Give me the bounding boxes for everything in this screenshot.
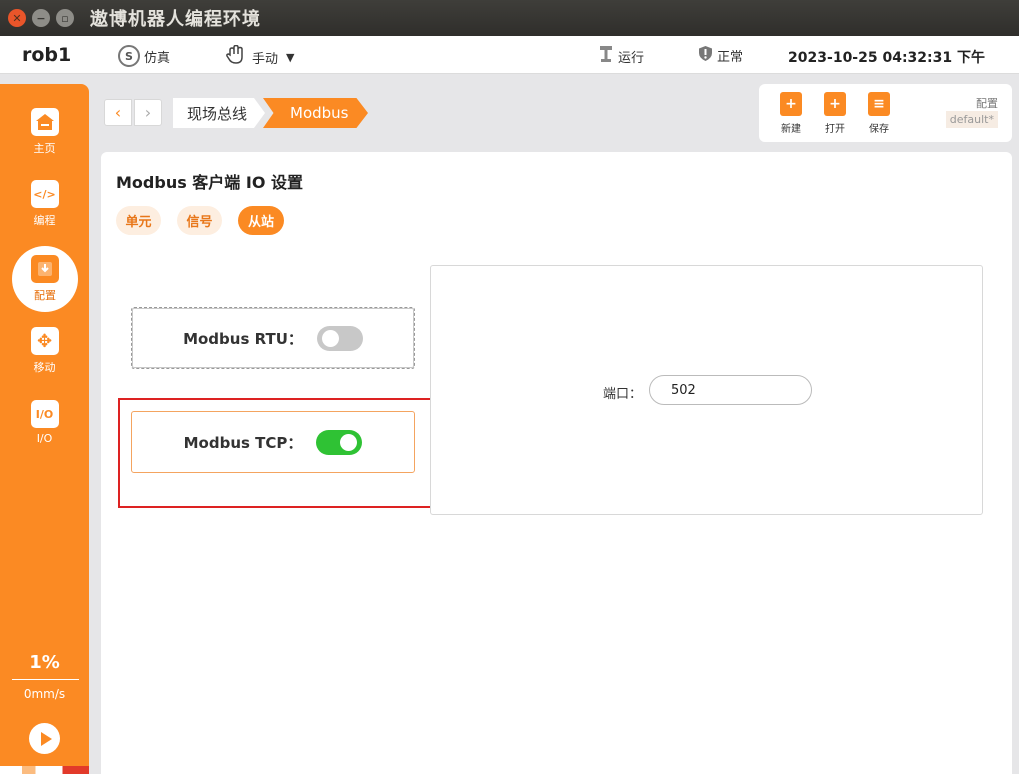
back-button[interactable]: ‹ <box>104 99 132 126</box>
forward-button[interactable]: › <box>134 99 162 126</box>
window-title: 遨博机器人编程环境 <box>90 9 261 30</box>
modbus-rtu-label: Modbus RTU： <box>183 329 303 348</box>
sidebar-item-programming[interactable]: </> 编程 <box>0 180 89 228</box>
config-icon <box>31 255 59 283</box>
hand-icon <box>226 44 248 69</box>
open-folder-icon: + <box>824 92 846 116</box>
robot-name[interactable]: rob1 <box>22 44 71 66</box>
speed-divider <box>12 679 79 680</box>
io-icon: I/O <box>30 400 59 428</box>
modbus-rtu-box: Modbus RTU： <box>131 307 415 369</box>
window-titlebar: ✕ − ▫ 遨博机器人编程环境 <box>0 0 1019 36</box>
sidebar-item-label: 主页 <box>33 142 56 155</box>
top-status-bar: rob1 S 仿真 手动 ▼ 运行 正常 2023-10-25 04:32:31… <box>0 36 1019 74</box>
sidebar-item-move[interactable]: ✥ 移动 <box>0 327 89 375</box>
simulation-label: 仿真 <box>144 50 171 66</box>
config-label: 配置 <box>976 97 998 110</box>
simulation-toggle[interactable]: S 仿真 <box>118 45 170 67</box>
chevron-down-icon: ▼ <box>286 50 295 64</box>
window-close-button[interactable]: ✕ <box>8 9 26 27</box>
breadcrumb-modbus[interactable]: Modbus <box>263 98 368 128</box>
highlight-annotation-box <box>118 398 452 508</box>
bottom-color-strip <box>0 766 89 774</box>
sidebar-item-label: 移动 <box>33 361 56 374</box>
shield-icon <box>698 45 713 66</box>
window-maximize-button[interactable]: ▫ <box>56 9 74 27</box>
page-title: Modbus 客户端 IO 设置 <box>116 173 304 192</box>
play-button[interactable] <box>29 723 60 754</box>
sidebar-item-home[interactable]: 主页 <box>0 108 89 156</box>
save-file-icon: ≡ <box>868 92 890 116</box>
tab-signal[interactable]: 信号 <box>177 206 222 235</box>
port-settings-box: 端口： 502 <box>430 265 983 515</box>
sidebar-item-config[interactable]: 配置 <box>12 246 78 312</box>
mode-label: 手动 <box>252 51 279 67</box>
move-icon: ✥ <box>30 327 59 355</box>
file-toolbar: + 新建 + 打开 ≡ 保存 配置 default* <box>759 84 1012 142</box>
main-panel: Modbus 客户端 IO 设置 单元 信号 从站 Modbus RTU： Mo… <box>101 152 1012 774</box>
run-label: 运行 <box>618 50 645 66</box>
maximize-icon: ▫ <box>61 11 69 25</box>
chevron-right-icon: › <box>144 103 152 122</box>
chevron-left-icon: ‹ <box>114 103 122 122</box>
close-icon: ✕ <box>12 11 22 25</box>
play-icon <box>40 731 52 746</box>
tab-slave[interactable]: 从站 <box>238 206 284 235</box>
new-button[interactable]: + 新建 <box>771 92 811 135</box>
tab-unit[interactable]: 单元 <box>116 206 161 235</box>
speed-percent[interactable]: 1% <box>0 652 89 673</box>
new-label: 新建 <box>781 124 801 135</box>
sidebar-item-io[interactable]: I/O I/O <box>0 400 89 445</box>
status-label: 正常 <box>717 50 744 65</box>
window-minimize-button[interactable]: − <box>32 9 50 27</box>
toggle-knob <box>321 329 339 347</box>
run-status: 运行 <box>598 45 644 67</box>
breadcrumb-fieldbus[interactable]: 现场总线 <box>173 98 265 128</box>
config-value[interactable]: default* <box>945 111 998 128</box>
speed-value: 0mm/s <box>23 687 66 701</box>
datetime-display: 2023-10-25 04:32:31 下午 <box>788 50 985 66</box>
mode-dropdown[interactable]: 手动 ▼ <box>226 44 295 69</box>
save-label: 保存 <box>869 124 889 135</box>
save-button[interactable]: ≡ 保存 <box>859 92 899 135</box>
robot-arm-icon <box>598 45 614 67</box>
open-button[interactable]: + 打开 <box>815 92 855 135</box>
open-label: 打开 <box>825 124 845 135</box>
home-icon <box>30 108 59 136</box>
simulation-icon: S <box>118 45 140 67</box>
system-status: 正常 <box>698 45 743 66</box>
modbus-rtu-toggle[interactable] <box>316 325 363 351</box>
sidebar-item-label: I/O <box>36 432 53 445</box>
history-nav: ‹ › <box>104 99 162 126</box>
sidebar: 主页 </> 编程 配置 ✥ 移动 I/O I/O 1% 0mm/s <box>0 84 89 774</box>
port-label: 端口： <box>603 387 643 402</box>
port-input[interactable]: 502 <box>649 375 812 405</box>
sidebar-item-label: 编程 <box>33 214 56 227</box>
new-file-icon: + <box>780 92 802 116</box>
minimize-icon: − <box>36 11 46 25</box>
code-icon: </> <box>30 180 59 208</box>
sidebar-item-label: 配置 <box>34 289 56 302</box>
